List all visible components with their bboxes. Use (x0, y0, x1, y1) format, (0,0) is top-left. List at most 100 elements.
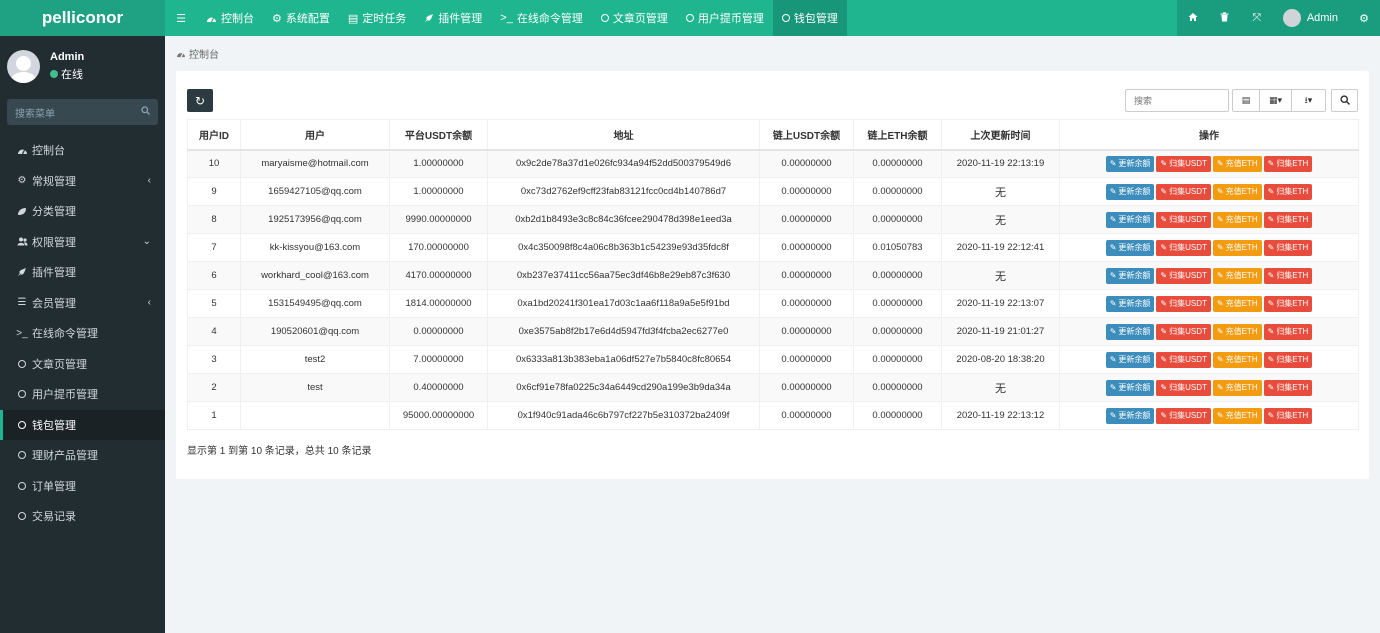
search-icon[interactable] (141, 106, 150, 118)
collect-eth-button[interactable]: ✎ 归集ETH (1263, 155, 1313, 172)
update-balance-button[interactable]: ✎ 更新余额 (1105, 267, 1155, 284)
breadcrumb[interactable]: 控制台 (176, 46, 219, 61)
column-header[interactable]: 用户 (240, 119, 390, 151)
sidebar-item-dashboard[interactable]: 控制台 (0, 135, 165, 166)
collect-eth-button[interactable]: ✎ 归集ETH (1263, 407, 1313, 424)
update-balance-button[interactable]: ✎ 更新余额 (1105, 155, 1155, 172)
nav-cron-tasks[interactable]: ▤ 定时任务 (339, 0, 415, 36)
sidebar-item-permission[interactable]: 权限管理 ⌄ (0, 227, 165, 258)
column-header[interactable]: 平台USDT余额 (389, 119, 488, 151)
nav-article-page[interactable]: 文章页管理 (592, 0, 677, 36)
column-header[interactable]: 链上ETH余额 (853, 119, 942, 151)
collect-eth-button[interactable]: ✎ 归集ETH (1263, 379, 1313, 396)
sidebar-item-user-withdraw[interactable]: 用户提币管理 (0, 379, 165, 410)
sidebar-item-transactions[interactable]: 交易记录 (0, 501, 165, 532)
column-header[interactable]: 地址 (487, 119, 760, 151)
update-balance-button[interactable]: ✎ 更新余额 (1105, 295, 1155, 312)
sidebar-item-members[interactable]: ☰ 会员管理 ‹ (0, 288, 165, 319)
collect-usdt-button[interactable]: ✎ 归集USDT (1156, 183, 1211, 200)
collect-eth-button[interactable]: ✎ 归集ETH (1263, 211, 1313, 228)
pencil-icon: ✎ (1160, 327, 1168, 336)
column-header[interactable]: 链上USDT余额 (759, 119, 854, 151)
actions-cell: ✎ 更新余额 ✎ 归集USDT ✎ 充值ETH ✎ 归集ETH (1059, 177, 1359, 206)
table-cell: 0.40000000 (389, 373, 488, 402)
recharge-eth-button[interactable]: ✎ 充值ETH (1212, 239, 1262, 256)
recharge-eth-button[interactable]: ✎ 充值ETH (1212, 295, 1262, 312)
update-balance-button[interactable]: ✎ 更新余额 (1105, 239, 1155, 256)
user-menu-button[interactable]: Admin (1272, 0, 1348, 36)
table-cell: 2020-11-19 22:13:19 (941, 149, 1060, 178)
gears-icon: ⚙ (1359, 12, 1369, 25)
column-header[interactable]: 用户ID (187, 119, 241, 151)
recharge-eth-button[interactable]: ✎ 充值ETH (1212, 183, 1262, 200)
pencil-icon: ✎ (1267, 299, 1275, 308)
settings-button[interactable]: ⚙ (1348, 0, 1380, 36)
collect-eth-button[interactable]: ✎ 归集ETH (1263, 239, 1313, 256)
sidebar-item-orders[interactable]: 订单管理 (0, 471, 165, 502)
recharge-eth-button[interactable]: ✎ 充值ETH (1212, 351, 1262, 368)
update-balance-button[interactable]: ✎ 更新余额 (1105, 407, 1155, 424)
advanced-search-button[interactable] (1331, 89, 1358, 112)
toggle-view-button[interactable]: ▤ (1232, 89, 1260, 112)
sidebar-item-category[interactable]: 分类管理 (0, 196, 165, 227)
collect-usdt-button[interactable]: ✎ 归集USDT (1156, 351, 1211, 368)
update-balance-button[interactable]: ✎ 更新余额 (1105, 183, 1155, 200)
columns-button[interactable]: ▦▾ (1259, 89, 1292, 112)
collect-usdt-button[interactable]: ✎ 归集USDT (1156, 155, 1211, 172)
collect-usdt-button[interactable]: ✎ 归集USDT (1156, 379, 1211, 396)
nav-user-withdraw[interactable]: 用户提币管理 (677, 0, 773, 36)
collect-usdt-button[interactable]: ✎ 归集USDT (1156, 239, 1211, 256)
collect-usdt-button[interactable]: ✎ 归集USDT (1156, 211, 1211, 228)
recharge-eth-button[interactable]: ✎ 充值ETH (1212, 323, 1262, 340)
clear-cache-button[interactable] (1208, 0, 1241, 36)
table-cell: 无 (941, 261, 1060, 290)
home-button[interactable] (1176, 0, 1209, 36)
table-search-input[interactable] (1125, 89, 1229, 112)
export-button[interactable]: ⭳▾ (1291, 89, 1326, 112)
table-cell: 0x9c2de78a37d1e026fc934a94f52dd500379549… (487, 149, 760, 178)
collect-eth-button[interactable]: ✎ 归集ETH (1263, 351, 1313, 368)
list-icon: ▤ (347, 12, 359, 25)
sidebar-item-finance-products[interactable]: 理财产品管理 (0, 440, 165, 471)
collect-usdt-button[interactable]: ✎ 归集USDT (1156, 407, 1211, 424)
pencil-icon: ✎ (1267, 187, 1275, 196)
table-cell: 1.00000000 (389, 149, 488, 178)
recharge-eth-button[interactable]: ✎ 充值ETH (1212, 155, 1262, 172)
column-header[interactable]: 上次更新时间 (941, 119, 1060, 151)
refresh-button[interactable]: ↻ (187, 89, 213, 112)
collect-eth-button[interactable]: ✎ 归集ETH (1263, 267, 1313, 284)
sidebar-item-wallet[interactable]: 钱包管理 (0, 409, 165, 440)
actions-cell: ✎ 更新余额 ✎ 归集USDT ✎ 充值ETH ✎ 归集ETH (1059, 317, 1359, 346)
recharge-eth-button[interactable]: ✎ 充值ETH (1212, 407, 1262, 424)
recharge-eth-button[interactable]: ✎ 充值ETH (1212, 267, 1262, 284)
nav-wallet[interactable]: 钱包管理 (772, 0, 847, 36)
update-balance-button[interactable]: ✎ 更新余额 (1105, 351, 1155, 368)
pencil-icon: ✎ (1109, 383, 1117, 392)
recharge-eth-button[interactable]: ✎ 充值ETH (1212, 379, 1262, 396)
column-header[interactable]: 操作 (1059, 119, 1359, 151)
collect-eth-button[interactable]: ✎ 归集ETH (1263, 323, 1313, 340)
table-cell: 95000.00000000 (389, 401, 488, 430)
sidebar-item-plugins[interactable]: 插件管理 (0, 257, 165, 288)
recharge-eth-button[interactable]: ✎ 充值ETH (1212, 211, 1262, 228)
sidebar-search-input[interactable]: 搜索菜单 (7, 99, 158, 125)
collect-eth-button[interactable]: ✎ 归集ETH (1263, 183, 1313, 200)
nav-online-command[interactable]: >_ 在线命令管理 (491, 0, 592, 36)
sidebar-item-online-command[interactable]: >_ 在线命令管理 (0, 318, 165, 349)
update-balance-button[interactable]: ✎ 更新余额 (1105, 379, 1155, 396)
collect-usdt-button[interactable]: ✎ 归集USDT (1156, 295, 1211, 312)
sidebar-item-general[interactable]: ⚙ 常规管理 ‹ (0, 166, 165, 197)
nav-plugins[interactable]: 插件管理 (415, 0, 491, 36)
table-cell: 0xb2d1b8493e3c8c84c36fcee290478d398e1eed… (487, 205, 760, 234)
nav-system-config[interactable]: ⚙ 系统配置 (263, 0, 339, 36)
collect-usdt-button[interactable]: ✎ 归集USDT (1156, 267, 1211, 284)
nav-dashboard[interactable]: 控制台 (197, 0, 263, 36)
fullscreen-button[interactable]: ⤧ (1240, 0, 1273, 36)
collect-usdt-button[interactable]: ✎ 归集USDT (1156, 323, 1211, 340)
update-balance-button[interactable]: ✎ 更新余额 (1105, 323, 1155, 340)
collect-eth-button[interactable]: ✎ 归集ETH (1263, 295, 1313, 312)
app-logo[interactable]: pelliconor (0, 0, 165, 36)
update-balance-button[interactable]: ✎ 更新余额 (1105, 211, 1155, 228)
sidebar-item-article-page[interactable]: 文章页管理 (0, 349, 165, 380)
sidebar-toggle-button[interactable]: ☰ (165, 0, 197, 36)
